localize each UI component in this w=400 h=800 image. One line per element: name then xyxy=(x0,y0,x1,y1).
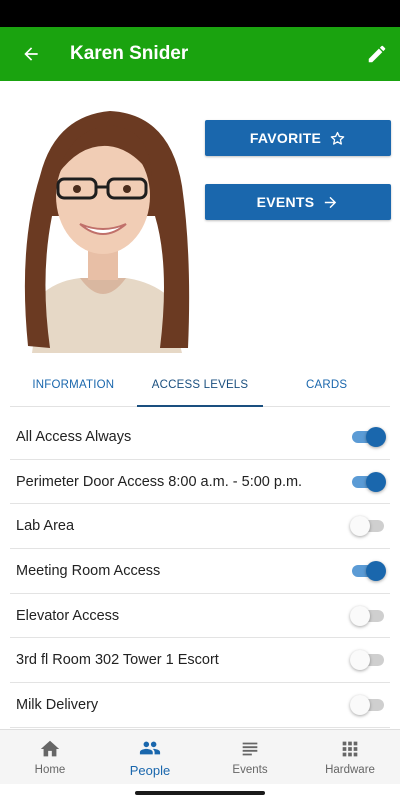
access-toggle[interactable] xyxy=(350,560,386,581)
tab-bar: INFORMATION ACCESS LEVELS CARDS xyxy=(10,363,390,407)
access-toggle[interactable] xyxy=(350,516,386,537)
access-toggle[interactable] xyxy=(350,426,386,447)
access-level-label: 3rd fl Room 302 Tower 1 Escort xyxy=(16,652,219,669)
nav-people[interactable]: People xyxy=(100,730,200,784)
back-button[interactable] xyxy=(0,27,62,81)
list-item: 3rd fl Room 302 Tower 1 Escort xyxy=(10,638,390,684)
access-toggle[interactable] xyxy=(350,650,386,671)
home-icon xyxy=(40,740,60,757)
access-level-label: Elevator Access xyxy=(16,607,120,624)
access-toggle[interactable] xyxy=(350,694,386,715)
access-toggle[interactable] xyxy=(350,471,386,492)
access-level-label: All Access Always xyxy=(16,428,132,445)
app-bar: Karen Snider xyxy=(0,27,400,81)
arrow-right-icon xyxy=(325,196,337,208)
home-indicator[interactable] xyxy=(135,791,265,795)
list-item: All Access Always xyxy=(10,415,390,460)
bottom-nav: Home People Events Hardware xyxy=(0,729,400,784)
access-level-label: Meeting Room Access xyxy=(16,562,161,579)
nav-home-label: Home xyxy=(34,764,66,776)
access-level-label: Milk Delivery xyxy=(16,696,99,713)
tab-access-levels[interactable]: ACCESS LEVELS xyxy=(136,363,264,407)
favorite-button[interactable]: FAVORITE xyxy=(205,120,391,156)
list-item: Elevator Access xyxy=(10,594,390,639)
favorite-button-label: FAVORITE xyxy=(249,130,322,146)
list-item: Meeting Room Access xyxy=(10,549,390,594)
access-toggle[interactable] xyxy=(350,605,386,626)
grid-icon xyxy=(342,741,358,757)
nav-hardware[interactable]: Hardware xyxy=(300,730,400,784)
list-item: Perimeter Door Access 8:00 a.m. - 5:00 p… xyxy=(10,460,390,505)
profile-photo xyxy=(10,96,196,353)
pencil-icon xyxy=(368,45,386,63)
tab-information[interactable]: INFORMATION xyxy=(10,363,137,406)
nav-events-label: Events xyxy=(232,764,268,776)
gesture-bar xyxy=(0,784,400,800)
list-item: Lab Area xyxy=(10,504,390,550)
tab-cards[interactable]: CARDS xyxy=(263,363,390,406)
star-outline-icon xyxy=(330,131,345,145)
people-icon xyxy=(139,741,161,754)
nav-home[interactable]: Home xyxy=(0,730,100,784)
nav-people-label: People xyxy=(129,762,171,778)
arrow-left-icon xyxy=(24,47,38,61)
page-title: Karen Snider xyxy=(70,43,189,64)
events-button-label: EVENTS xyxy=(256,194,315,210)
list-item: Milk Delivery xyxy=(10,683,390,728)
access-level-label: Perimeter Door Access 8:00 a.m. - 5:00 p… xyxy=(16,473,303,490)
events-button[interactable]: EVENTS xyxy=(205,184,391,220)
list-icon xyxy=(242,742,258,756)
edit-button[interactable] xyxy=(354,27,400,81)
nav-hardware-label: Hardware xyxy=(325,764,375,776)
status-bar xyxy=(0,0,400,27)
access-level-list: All Access Always Perimeter Door Access … xyxy=(10,415,390,728)
access-level-label: Lab Area xyxy=(16,518,75,535)
nav-events[interactable]: Events xyxy=(200,730,300,784)
